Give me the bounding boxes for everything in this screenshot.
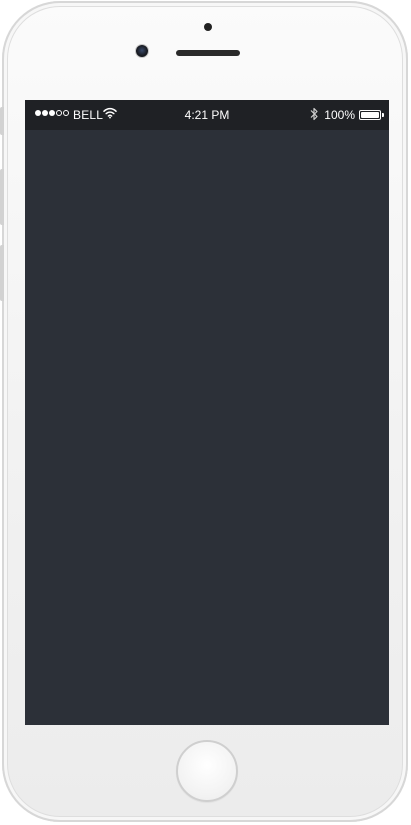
front-camera-icon [136, 45, 148, 57]
iphone-frame: BELL 4:21 PM 100% [0, 1, 408, 822]
mute-switch[interactable] [0, 107, 4, 135]
phone-screen[interactable]: BELL 4:21 PM 100% [25, 100, 389, 725]
battery-cap [382, 113, 384, 117]
earpiece-speaker [176, 50, 240, 56]
battery-level-fill [361, 112, 379, 118]
status-bar: BELL 4:21 PM 100% [25, 100, 389, 130]
battery-percent: 100% [324, 108, 355, 122]
volume-down-button[interactable] [0, 245, 4, 301]
bluetooth-icon [310, 107, 318, 121]
volume-up-button[interactable] [0, 169, 4, 225]
battery-icon [359, 110, 381, 120]
home-button[interactable] [176, 740, 238, 802]
proximity-sensor [204, 23, 212, 31]
